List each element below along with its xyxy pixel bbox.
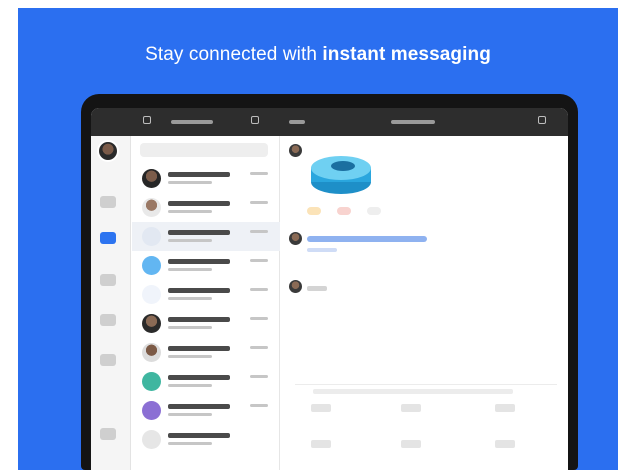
- list-item[interactable]: [132, 367, 280, 396]
- chat-tab-icon[interactable]: [100, 232, 116, 244]
- contact-name-blur: [168, 346, 230, 351]
- sender-avatar: [289, 280, 302, 293]
- timestamp-blur: [250, 172, 268, 175]
- timestamp-blur: [250, 375, 268, 378]
- timestamp-blur: [250, 230, 268, 233]
- contact-name-blur: [168, 259, 230, 264]
- preview-blur: [168, 442, 212, 445]
- avatar: [142, 256, 161, 275]
- message-meta-blur: [307, 248, 337, 252]
- timestamp-blur: [250, 404, 268, 407]
- message-composer[interactable]: [295, 384, 557, 398]
- add-reaction-icon[interactable]: [367, 207, 381, 215]
- timestamp-blur: [250, 259, 268, 262]
- promo-banner: Stay connected with instant messaging: [18, 8, 618, 470]
- preview-blur: [168, 268, 212, 271]
- avatar: [142, 285, 161, 304]
- compose-icon[interactable]: [251, 116, 259, 124]
- contact-name-blur: [168, 172, 230, 177]
- contacts-tab-icon[interactable]: [100, 314, 116, 326]
- preview-blur: [168, 384, 212, 387]
- preview-blur: [168, 326, 212, 329]
- avatar: [142, 401, 161, 420]
- nav-rail: [91, 136, 131, 470]
- list-item[interactable]: [132, 309, 280, 338]
- conversation-list: [132, 136, 280, 470]
- chat-pane: [281, 136, 568, 470]
- list-item[interactable]: [132, 338, 280, 367]
- contact-name-blur: [168, 404, 230, 409]
- app-screen: [91, 108, 568, 470]
- contact-name-blur: [168, 288, 230, 293]
- timestamp-blur: [250, 317, 268, 320]
- code-icon[interactable]: [401, 440, 421, 448]
- list-item[interactable]: [132, 396, 280, 425]
- more-icon[interactable]: [495, 440, 515, 448]
- more-tab-icon[interactable]: [100, 428, 116, 440]
- contact-name-blur: [168, 230, 230, 235]
- avatar: [142, 372, 161, 391]
- my-avatar[interactable]: [97, 140, 119, 162]
- reaction-chip[interactable]: [307, 207, 321, 215]
- avatar: [142, 430, 161, 449]
- contact-name-blur: [168, 201, 230, 206]
- preview-blur: [168, 239, 212, 242]
- avatar: [142, 198, 161, 217]
- edit-link-blur[interactable]: [289, 120, 305, 124]
- headline-text: Stay connected with: [145, 44, 323, 65]
- meetings-tab-icon[interactable]: [100, 274, 116, 286]
- list-title-blur: [171, 120, 213, 124]
- back-icon[interactable]: [143, 116, 151, 124]
- list-item[interactable]: [132, 164, 280, 193]
- emoji-icon[interactable]: [311, 404, 331, 412]
- contact-name-blur: [168, 375, 230, 380]
- message-link-blur[interactable]: [307, 236, 427, 242]
- avatar: [142, 227, 161, 246]
- file-icon[interactable]: [495, 404, 515, 412]
- info-icon[interactable]: [538, 116, 546, 124]
- preview-blur: [168, 181, 212, 184]
- settings-tab-icon[interactable]: [100, 354, 116, 366]
- list-item[interactable]: [132, 425, 280, 454]
- list-item-selected[interactable]: [132, 222, 280, 251]
- tablet-device: [81, 94, 578, 470]
- list-item[interactable]: [132, 280, 280, 309]
- timestamp-blur: [250, 201, 268, 204]
- home-tab-icon[interactable]: [100, 196, 116, 208]
- image-icon[interactable]: [401, 404, 421, 412]
- avatar: [142, 343, 161, 362]
- preview-blur: [168, 413, 212, 416]
- reaction-chip[interactable]: [337, 207, 351, 215]
- preview-blur: [168, 355, 212, 358]
- preview-blur: [168, 297, 212, 300]
- app-top-bar: [91, 108, 568, 136]
- sender-avatar: [289, 144, 302, 157]
- list-item[interactable]: [132, 193, 280, 222]
- sender-avatar: [289, 232, 302, 245]
- list-item[interactable]: [132, 251, 280, 280]
- preview-blur: [168, 210, 212, 213]
- headline-emphasis: instant messaging: [322, 44, 491, 65]
- timestamp-blur: [250, 288, 268, 291]
- avatar: [142, 314, 161, 333]
- headline: Stay connected with instant messaging: [18, 44, 618, 66]
- timestamp-blur: [250, 346, 268, 349]
- search-input[interactable]: [140, 143, 268, 157]
- sticker-image: [311, 156, 371, 194]
- message-text-blur: [307, 286, 327, 291]
- screenshot-icon[interactable]: [311, 440, 331, 448]
- composer-placeholder-blur: [313, 389, 513, 394]
- contact-name-blur: [168, 317, 230, 322]
- chat-title-blur: [391, 120, 435, 124]
- contact-name-blur: [168, 433, 230, 438]
- avatar: [142, 169, 161, 188]
